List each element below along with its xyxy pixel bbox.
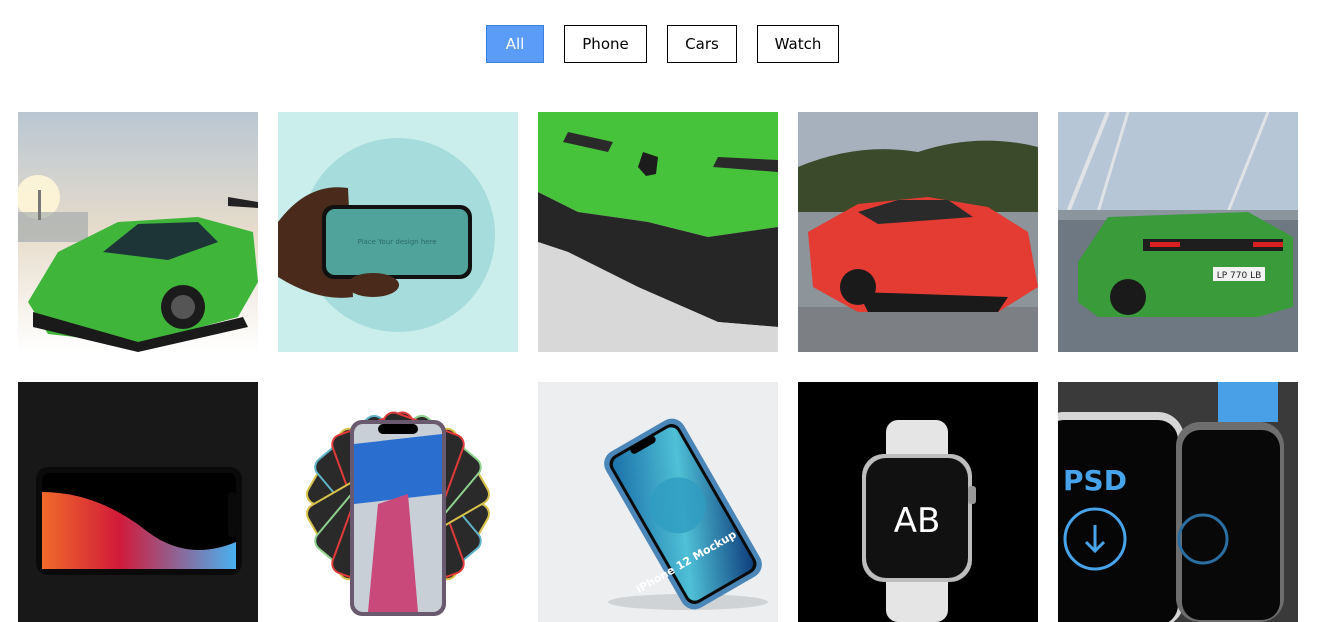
filter-bar: All Phone Cars Watch bbox=[0, 25, 1332, 63]
gallery-item-watch-ab[interactable]: AB bbox=[798, 382, 1038, 622]
gallery-item-black-phone[interactable] bbox=[18, 382, 258, 622]
gallery-item-car-closeup[interactable] bbox=[538, 112, 778, 352]
watch-logo-text: AB bbox=[894, 501, 941, 541]
phone-screen-text: Place Your design here bbox=[357, 238, 436, 246]
gallery-item-phone-fan[interactable] bbox=[278, 382, 518, 622]
red-supercar-image bbox=[798, 112, 1038, 352]
filter-cars-button[interactable]: Cars bbox=[667, 25, 737, 63]
black-phone-image bbox=[18, 382, 258, 622]
watch-ab-image: AB bbox=[798, 382, 1038, 622]
hand-phone-image: Place Your design here bbox=[278, 112, 518, 352]
iphone12-image: iPhone 12 Mockup bbox=[538, 382, 778, 622]
green-car-rear-image: LP 770 LB bbox=[1058, 112, 1298, 352]
green-supercar-image bbox=[18, 112, 258, 352]
filter-all-button[interactable]: All bbox=[486, 25, 544, 63]
phone-fan-image bbox=[278, 382, 518, 622]
gallery-item-iphone12[interactable]: iPhone 12 Mockup bbox=[538, 382, 778, 622]
watch-psd-text: PSD bbox=[1063, 464, 1127, 497]
license-plate-text: LP 770 LB bbox=[1217, 271, 1262, 281]
gallery-item-watch-psd[interactable]: PSD bbox=[1058, 382, 1298, 622]
filter-phone-button[interactable]: Phone bbox=[564, 25, 647, 63]
watch-psd-image: PSD bbox=[1058, 382, 1298, 622]
filter-watch-button[interactable]: Watch bbox=[757, 25, 839, 63]
gallery-item-green-car-rear[interactable]: LP 770 LB bbox=[1058, 112, 1298, 352]
gallery-item-green-supercar[interactable] bbox=[18, 112, 258, 352]
gallery-item-hand-phone[interactable]: Place Your design here bbox=[278, 112, 518, 352]
car-closeup-image bbox=[538, 112, 778, 352]
gallery-item-red-supercar[interactable] bbox=[798, 112, 1038, 352]
